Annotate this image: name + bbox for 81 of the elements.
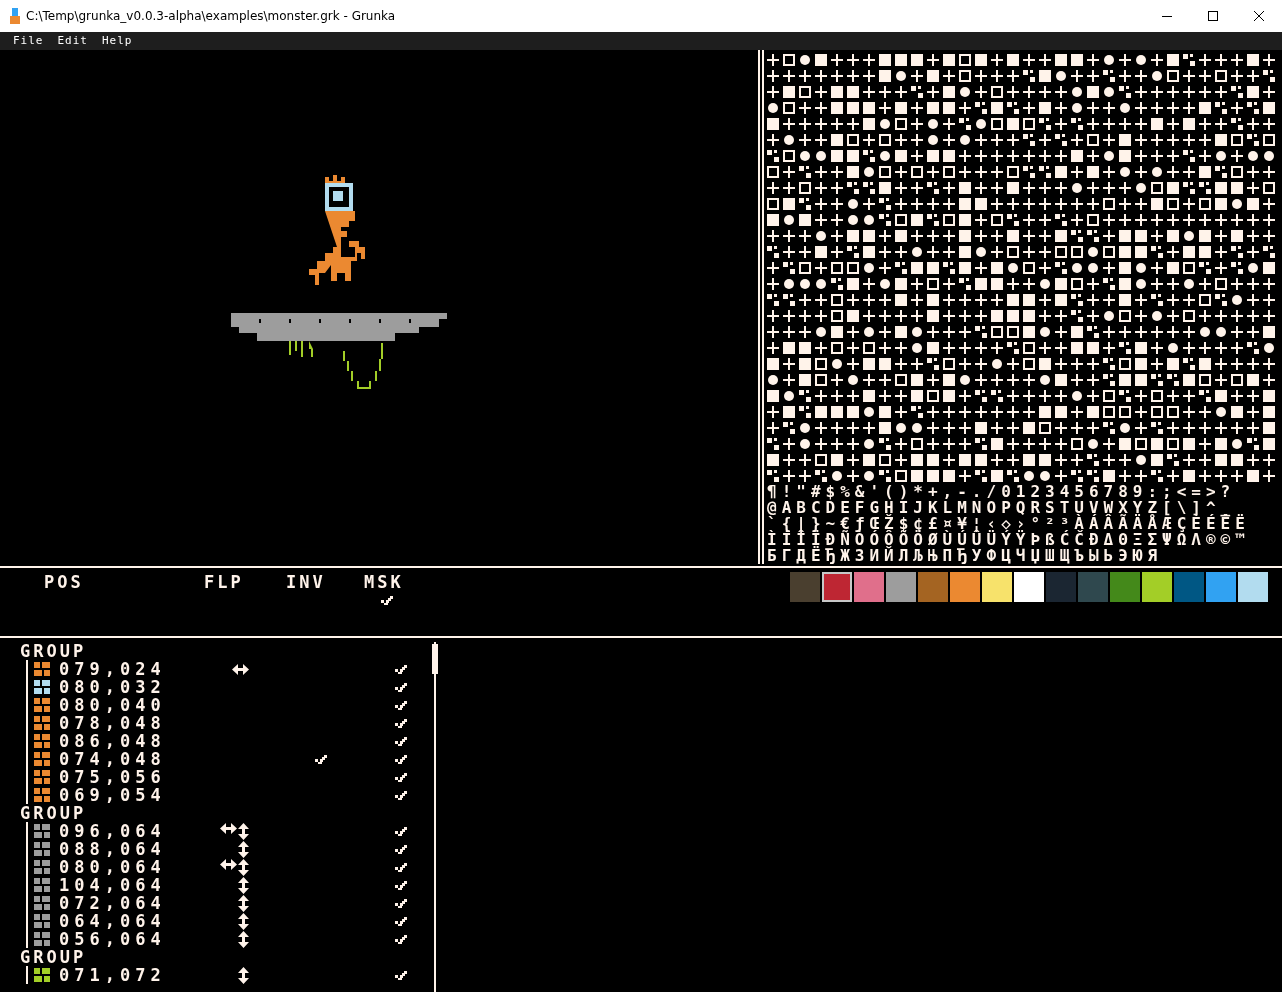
color-swatch[interactable] [886,572,916,603]
close-icon [1254,11,1264,21]
vertical-arrows-icon [238,930,249,948]
menu-item[interactable]: File [6,34,51,48]
check-icon [394,753,409,765]
check-icon [394,789,409,801]
check-icon [394,717,409,729]
check-icon [394,663,409,675]
charset-row-text: ¶!"#$%&'()*+,-./0123456789:;<=>? [766,483,1237,500]
position-text[interactable]: 075,056 [59,767,209,787]
check-icon [394,879,409,891]
charset-row-text: `{|}~€ƒŒŽ$¢£¤¥¦‹◇›°²³ÀÁÂÃÄÅÆÇÈÉÊË [766,515,1251,532]
check-icon [394,915,409,927]
check-icon [394,735,409,747]
menu-item[interactable]: Edit [50,34,95,48]
check-icon [394,897,409,909]
vertical-arrows-icon [238,822,249,840]
column-header: MSK [364,572,404,593]
position-text[interactable]: 056,064 [59,929,209,949]
column-header: INV [286,572,326,593]
group-label[interactable]: GROUP [20,948,448,966]
color-swatch[interactable] [918,572,948,603]
position-text[interactable]: 079,024 [59,659,209,679]
charset-row-text: БГДЁЂЖЗИЙЛЉЊПЂУФЦЧЏШЩЪЫЬЭЮЯ [766,547,1163,564]
menu-item[interactable]: Help [95,34,140,48]
check-icon [394,699,409,711]
position-text[interactable]: 069,054 [59,785,209,805]
group-label[interactable]: GROUP [20,804,448,822]
position-text[interactable]: 072,064 [59,893,209,913]
position-text[interactable]: 104,064 [59,875,209,895]
column-header: FLP [204,572,244,593]
position-text[interactable]: 086,048 [59,731,209,751]
position-text[interactable]: 096,064 [59,821,209,841]
vertical-arrows-icon [238,840,249,858]
color-swatch[interactable] [790,572,820,603]
position-text[interactable]: 064,064 [59,911,209,931]
position-text[interactable]: 071,072 [59,965,209,985]
color-swatch[interactable] [1206,572,1236,603]
position-text[interactable]: 080,032 [59,677,209,697]
vertical-arrows-icon [238,858,249,876]
position-text[interactable]: 078,048 [59,713,209,733]
check-icon [394,933,409,945]
position-text[interactable]: 088,064 [59,839,209,859]
vertical-arrows-icon [238,894,249,912]
minimize-icon [1162,15,1172,17]
position-text[interactable]: 074,048 [59,749,209,769]
position-text[interactable]: 080,040 [59,695,209,715]
check-icon [394,771,409,783]
charset-row-text: ÌÍÎÏÐÑÒÓÔÕÖØÙÚÛÜÝŸÞßĆČĐΔΘΞΣΨΩΛ®©™ [766,531,1251,548]
color-swatch[interactable] [950,572,980,603]
color-swatch[interactable] [822,572,852,603]
check-icon [394,843,409,855]
check-icon [394,861,409,873]
scrollbar-track[interactable] [434,642,436,992]
vertical-arrows-icon [238,966,249,984]
color-swatch[interactable] [854,572,884,603]
window-title: C:\Temp\grunka_v0.0.3-alpha\examples\monster.grk - Grunka [26,9,397,23]
check-icon [394,825,409,837]
charset-row-text: @ABCDEFGHIJKLMNOPQRSTUVWXYZ[\]^_ [766,499,1236,516]
check-icon [394,969,409,981]
app-icon [10,8,20,24]
check-icon [394,681,409,693]
horizontal-arrows-icon [220,858,237,870]
scrollbar-thumb[interactable] [432,644,438,674]
color-swatch[interactable] [1078,572,1108,603]
vertical-arrows-icon [238,912,249,930]
color-swatch[interactable] [1174,572,1204,603]
horizontal-arrows-icon [232,663,249,675]
vertical-arrows-icon [238,876,249,894]
horizontal-arrows-icon [220,822,237,834]
color-swatch[interactable] [1238,572,1268,603]
color-swatch[interactable] [1110,572,1140,603]
position-text[interactable]: 080,064 [59,857,209,877]
column-header: POS [44,572,84,593]
group-label[interactable]: GROUP [20,642,448,660]
color-swatch[interactable] [1142,572,1172,603]
color-swatch[interactable] [982,572,1012,603]
color-swatch[interactable] [1014,572,1044,603]
maximize-icon [1208,11,1218,21]
check-icon [314,753,329,765]
color-swatch[interactable] [1046,572,1076,603]
